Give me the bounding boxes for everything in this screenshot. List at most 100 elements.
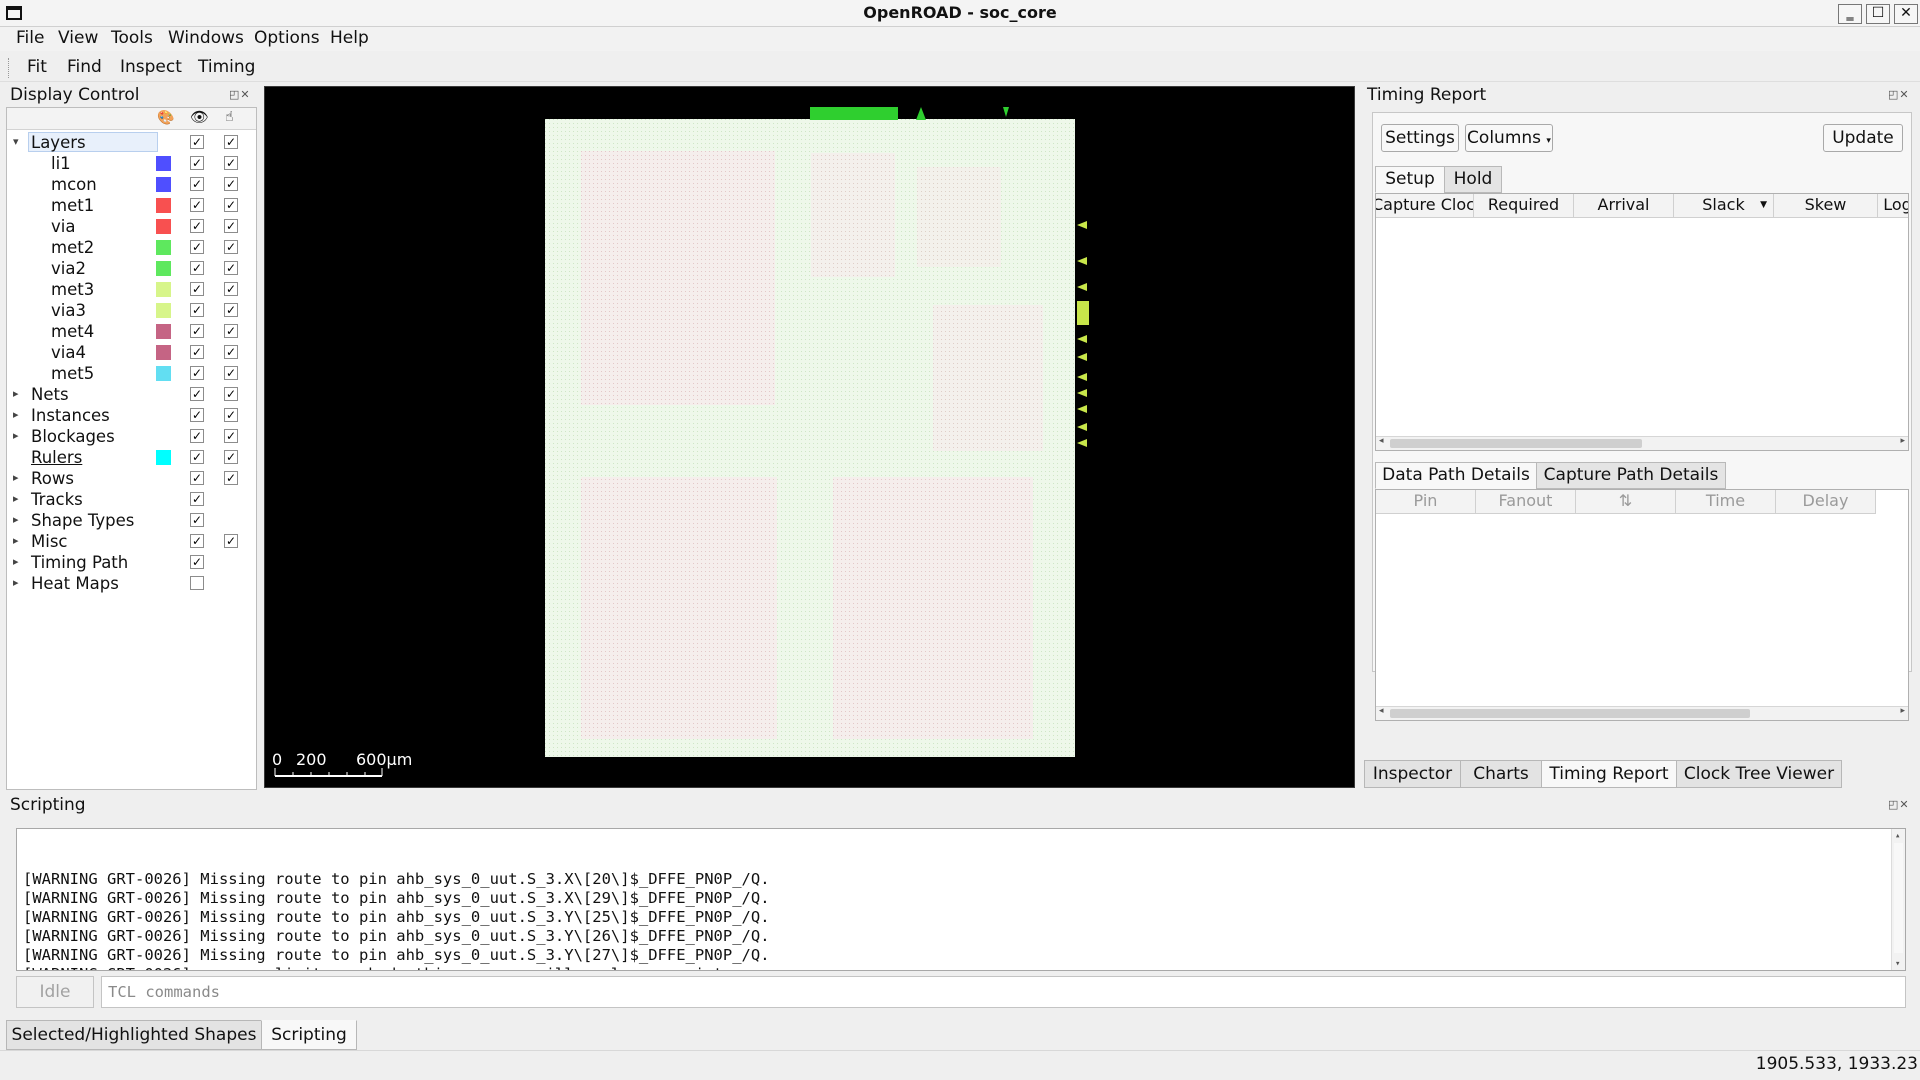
display-item-nets[interactable]: ▸ Nets ✓ ✓ [7, 384, 256, 405]
expand-right-icon[interactable]: ▸ [13, 492, 19, 505]
tab-clock-tree-viewer[interactable]: Clock Tree Viewer [1676, 760, 1842, 788]
inspect-button[interactable]: Inspect [120, 57, 182, 77]
display-item-shape-types[interactable]: ▸ Shape Types ✓ [7, 510, 256, 531]
details-horizontal-scrollbar[interactable]: ◂ ▸ [1376, 706, 1908, 720]
selectable-checkbox[interactable]: ✓ [224, 156, 238, 170]
visible-checkbox[interactable]: ✓ [190, 198, 204, 212]
color-swatch[interactable] [156, 324, 171, 339]
scroll-right-icon[interactable]: ▸ [1900, 436, 1905, 446]
visible-checkbox[interactable]: ✓ [190, 534, 204, 548]
tab-scripting[interactable]: Scripting [261, 1020, 357, 1050]
console-output[interactable]: [WARNING GRT-0026] Missing route to pin … [16, 828, 1906, 971]
scroll-left-icon[interactable]: ◂ [1379, 706, 1384, 716]
tab-charts[interactable]: Charts [1460, 760, 1542, 788]
scroll-right-icon[interactable]: ▸ [1900, 706, 1905, 716]
tcl-command-input[interactable]: TCL commands [101, 976, 1906, 1008]
timing-report-dock-buttons[interactable]: ◰✕ [1888, 88, 1910, 101]
selectable-checkbox[interactable]: ✓ [224, 471, 238, 485]
visible-checkbox[interactable]: ✓ [190, 282, 204, 296]
selectable-checkbox[interactable]: ✓ [224, 261, 238, 275]
visible-checkbox[interactable]: ✓ [190, 303, 204, 317]
toolbar-grip[interactable] [8, 58, 12, 78]
details-scroll-thumb[interactable] [1390, 709, 1750, 718]
col-rise-fall[interactable]: ⇅ [1576, 490, 1676, 514]
selectable-checkbox[interactable]: ✓ [224, 240, 238, 254]
display-item-instances[interactable]: ▸ Instances ✓ ✓ [7, 405, 256, 426]
selectable-checkbox[interactable]: ✓ [224, 387, 238, 401]
visible-checkbox[interactable]: ✓ [190, 240, 204, 254]
visible-checkbox[interactable]: ✓ [190, 135, 204, 149]
color-swatch[interactable] [156, 303, 171, 318]
selectable-checkbox[interactable]: ✓ [224, 282, 238, 296]
col-required[interactable]: Required [1474, 194, 1574, 218]
visible-checkbox[interactable]: ✓ [190, 387, 204, 401]
selectable-checkbox[interactable]: ✓ [224, 408, 238, 422]
display-item-tracks[interactable]: ▸ Tracks ✓ [7, 489, 256, 510]
expand-right-icon[interactable]: ▸ [13, 387, 19, 400]
selectable-checkbox[interactable]: ✓ [224, 450, 238, 464]
col-time[interactable]: Time [1676, 490, 1776, 514]
layout-viewer[interactable] [264, 86, 1355, 788]
paths-scroll-thumb[interactable] [1390, 439, 1642, 448]
display-item-li1[interactable]: li1 ✓ ✓ [7, 153, 256, 174]
scroll-down-icon[interactable]: ▾ [1895, 955, 1900, 970]
minimize-button[interactable]: ‗ [1838, 4, 1862, 24]
visible-checkbox[interactable]: ✓ [190, 513, 204, 527]
selectable-checkbox[interactable]: ✓ [224, 177, 238, 191]
tab-capture-path-details[interactable]: Capture Path Details [1536, 462, 1726, 489]
color-swatch[interactable] [156, 156, 171, 171]
expand-right-icon[interactable]: ▸ [13, 429, 19, 442]
expand-right-icon[interactable]: ▸ [13, 534, 19, 547]
col-arrival[interactable]: Arrival [1574, 194, 1674, 218]
display-item-rows[interactable]: ▸ Rows ✓ ✓ [7, 468, 256, 489]
visible-checkbox[interactable]: ✓ [190, 177, 204, 191]
menu-tools[interactable]: Tools [111, 28, 153, 48]
color-swatch[interactable] [156, 219, 171, 234]
selectable-checkbox[interactable]: ✓ [224, 534, 238, 548]
menu-file[interactable]: File [16, 28, 44, 48]
visible-checkbox[interactable]: ✓ [190, 408, 204, 422]
console-scroll-thumb[interactable] [1894, 843, 1903, 953]
display-item-via4[interactable]: via4 ✓ ✓ [7, 342, 256, 363]
display-item-via2[interactable]: via2 ✓ ✓ [7, 258, 256, 279]
visible-checkbox[interactable]: ✓ [190, 219, 204, 233]
selectable-checkbox[interactable]: ✓ [224, 366, 238, 380]
color-swatch[interactable] [156, 240, 171, 255]
display-item-met4[interactable]: met4 ✓ ✓ [7, 321, 256, 342]
visible-checkbox[interactable]: ✓ [190, 555, 204, 569]
col-delay[interactable]: Delay [1776, 490, 1876, 514]
display-item-misc[interactable]: ▸ Misc ✓ ✓ [7, 531, 256, 552]
visible-checkbox[interactable]: ✓ [190, 156, 204, 170]
settings-button[interactable]: Settings [1381, 124, 1459, 152]
tab-selected-highlighted-shapes[interactable]: Selected/Highlighted Shapes [6, 1020, 262, 1050]
menu-options[interactable]: Options [254, 28, 320, 48]
tab-timing-report[interactable]: Timing Report [1541, 760, 1677, 788]
display-item-met1[interactable]: met1 ✓ ✓ [7, 195, 256, 216]
visible-checkbox[interactable]: ✓ [190, 492, 204, 506]
selectable-checkbox[interactable]: ✓ [224, 345, 238, 359]
display-item-via3[interactable]: via3 ✓ ✓ [7, 300, 256, 321]
col-capture-clock[interactable]: Capture Cloc [1376, 194, 1474, 218]
visible-checkbox[interactable]: ✓ [190, 450, 204, 464]
menu-help[interactable]: Help [330, 28, 369, 48]
display-item-met3[interactable]: met3 ✓ ✓ [7, 279, 256, 300]
scroll-left-icon[interactable]: ◂ [1379, 436, 1384, 446]
col-log[interactable]: Log [1878, 194, 1908, 218]
fit-button[interactable]: Fit [27, 57, 47, 77]
col-pin[interactable]: Pin [1376, 490, 1476, 514]
selectable-checkbox[interactable]: ✓ [224, 303, 238, 317]
path-details-table[interactable]: Pin Fanout ⇅ Time Delay ◂ ▸ [1375, 489, 1909, 721]
tab-hold[interactable]: Hold [1444, 166, 1502, 193]
visible-checkbox[interactable] [190, 576, 204, 590]
selectable-checkbox[interactable]: ✓ [224, 135, 238, 149]
expand-down-icon[interactable]: ▾ [13, 135, 19, 148]
display-item-timing-path[interactable]: ▸ Timing Path ✓ [7, 552, 256, 573]
visible-checkbox[interactable]: ✓ [190, 261, 204, 275]
visible-checkbox[interactable]: ✓ [190, 471, 204, 485]
expand-right-icon[interactable]: ▸ [13, 576, 19, 589]
scripting-dock-buttons[interactable]: ◰✕ [1888, 798, 1910, 811]
selectable-checkbox[interactable]: ✓ [224, 198, 238, 212]
menu-view[interactable]: View [58, 28, 98, 48]
timing-button[interactable]: Timing [198, 57, 255, 77]
color-swatch[interactable] [156, 282, 171, 297]
